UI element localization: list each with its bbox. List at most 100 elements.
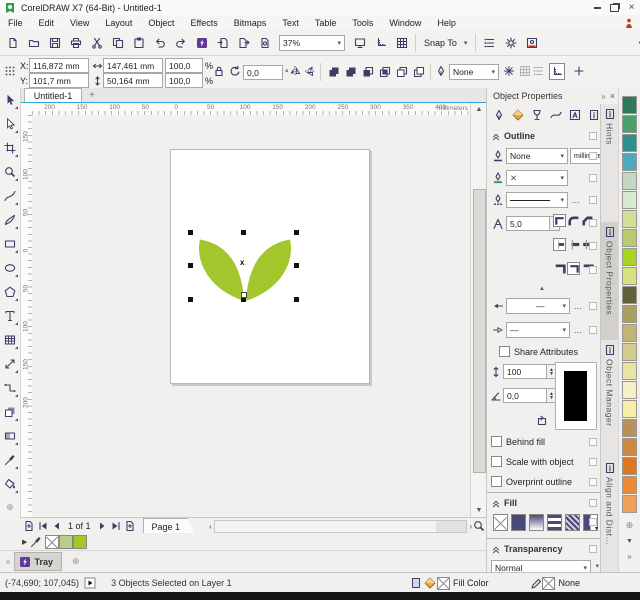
style-more-button[interactable]: ...: [572, 195, 580, 205]
toolbar-button[interactable]: [391, 32, 412, 53]
object-width-input[interactable]: 147,461 mm: [103, 58, 163, 73]
transparency-glass-icon[interactable]: [529, 106, 545, 124]
collapse-section-icon[interactable]: [491, 496, 501, 510]
palette-scroll-down-icon[interactable]: ▼: [619, 538, 640, 545]
toolbar-button[interactable]: [23, 32, 44, 53]
outline-pen-nib-icon[interactable]: [491, 106, 507, 124]
palette-flyout-icon[interactable]: ▶: [22, 538, 27, 546]
hscroll-left-icon[interactable]: ‹: [209, 522, 212, 531]
toolbox-tool[interactable]: [0, 184, 20, 208]
toolbar-button[interactable]: [86, 32, 107, 53]
palette-color-swatch[interactable]: [622, 153, 637, 171]
snap-to-button[interactable]: Snap To▾: [419, 33, 472, 52]
panel-scroll-down-icon[interactable]: ▾: [595, 562, 599, 570]
curve-glyph-icon[interactable]: [548, 106, 564, 124]
wrap-text-icon[interactable]: [502, 64, 516, 78]
toolbox-tool[interactable]: [0, 352, 20, 376]
menu-item[interactable]: Object: [140, 16, 182, 30]
document-color-swatch[interactable]: [59, 535, 73, 549]
mirror-horizontal-icon[interactable]: [288, 64, 302, 78]
toolbox-tool[interactable]: [0, 448, 20, 472]
palette-color-swatch[interactable]: [622, 96, 637, 114]
palette-color-swatch[interactable]: [622, 419, 637, 437]
play-details-icon[interactable]: [83, 576, 97, 590]
selection-handle-e[interactable]: [294, 263, 299, 268]
palette-color-swatch[interactable]: [622, 400, 637, 418]
palette-color-swatch[interactable]: [622, 267, 637, 285]
angle-input[interactable]: 0,0: [243, 65, 283, 80]
toolbox-tool[interactable]: [0, 112, 20, 136]
collapse-arrows-icon[interactable]: ▲: [539, 286, 545, 292]
horizontal-scroll-track[interactable]: [214, 520, 468, 533]
menu-item[interactable]: Edit: [31, 16, 63, 30]
scroll-thumb[interactable]: [473, 189, 486, 473]
docker-vertical-tab[interactable]: Object Properties: [601, 222, 618, 344]
miter-limit-input[interactable]: 5,0: [506, 216, 550, 231]
close-button[interactable]: ×: [623, 2, 640, 13]
x-position-input[interactable]: 116,872 mm: [29, 58, 89, 73]
toolbox-tool[interactable]: [0, 256, 20, 280]
palette-color-swatch[interactable]: [622, 476, 637, 494]
mirror-vertical-icon[interactable]: [303, 64, 317, 78]
docker-close-icon[interactable]: ×: [610, 91, 615, 101]
arrow-end-more-button[interactable]: ...: [574, 325, 582, 335]
tray-tab[interactable]: Tray: [14, 552, 62, 571]
account-alert-icon[interactable]: [622, 16, 636, 30]
docker-vertical-tab[interactable]: Object Manager: [601, 340, 618, 462]
outline-width-select[interactable]: None▾: [449, 64, 499, 80]
next-page-icon[interactable]: [95, 519, 109, 533]
selection-handle-ne[interactable]: [294, 230, 299, 235]
selection-handle-n[interactable]: [241, 230, 246, 235]
palette-color-swatch[interactable]: [622, 381, 637, 399]
palette-color-swatch[interactable]: [622, 457, 637, 475]
scroll-down-icon[interactable]: ▼: [471, 507, 487, 514]
toolbox-tool[interactable]: [0, 88, 20, 112]
drawing-canvas[interactable]: [32, 115, 470, 517]
previous-page-icon[interactable]: [50, 519, 64, 533]
overprint-outline-checkbox[interactable]: [491, 476, 502, 487]
toolbar-button[interactable]: [233, 32, 254, 53]
behind-fill-checkbox[interactable]: [491, 436, 502, 447]
selection-handle-w[interactable]: [188, 263, 193, 268]
docker-vertical-tab[interactable]: Hints: [601, 104, 618, 226]
toolbar-button[interactable]: [370, 32, 391, 53]
arrange-button[interactable]: [410, 62, 427, 81]
freeze-icon[interactable]: [532, 64, 546, 78]
scroll-up-icon[interactable]: ▲: [471, 103, 487, 113]
toolbox-tool[interactable]: [0, 424, 20, 448]
fill-diamond-icon[interactable]: [510, 106, 526, 124]
object-height-input[interactable]: 50,164 mm: [103, 73, 163, 88]
menu-item[interactable]: Bitmaps: [226, 16, 275, 30]
selection-center-marker[interactable]: x: [240, 258, 244, 267]
toolbar-button[interactable]: [2, 32, 23, 53]
outline-width-select[interactable]: None▾: [506, 148, 568, 164]
outline-color-swatch[interactable]: [542, 577, 555, 590]
arrange-button[interactable]: [376, 62, 393, 81]
outline-color-select[interactable]: ✕▾: [506, 170, 568, 186]
toolbox-tool[interactable]: [0, 304, 20, 328]
corner-miter-button[interactable]: [553, 214, 566, 227]
toolbox-tool[interactable]: [0, 232, 20, 256]
zoom-level-select[interactable]: 37%▾: [279, 35, 345, 51]
toolbar-button[interactable]: [65, 32, 86, 53]
toolbar-button[interactable]: [44, 32, 65, 53]
first-page-icon[interactable]: [36, 519, 50, 533]
palette-color-swatch[interactable]: [622, 495, 637, 513]
minimize-button[interactable]: [589, 2, 606, 13]
toolbox-tool[interactable]: [0, 376, 20, 400]
arrow-start-more-button[interactable]: ...: [574, 301, 582, 311]
palette-color-swatch[interactable]: [622, 191, 637, 209]
tray-add-icon[interactable]: ⊕: [72, 556, 80, 567]
toolbox-tool[interactable]: [0, 328, 20, 352]
arrange-button[interactable]: [393, 62, 410, 81]
toolbar-button[interactable]: [170, 32, 191, 53]
toolbox-tool[interactable]: [0, 160, 20, 184]
uniform-fill-button[interactable]: [511, 514, 526, 531]
menu-item[interactable]: Layout: [97, 16, 140, 30]
no-fill-button[interactable]: [493, 514, 508, 531]
tray-flyout-icon[interactable]: »: [6, 557, 10, 566]
texture-fill-button[interactable]: [565, 514, 580, 531]
toolbox-tool[interactable]: [0, 472, 20, 496]
corner-bevel-button[interactable]: [581, 214, 594, 227]
toolbar-button[interactable]: [349, 32, 370, 53]
